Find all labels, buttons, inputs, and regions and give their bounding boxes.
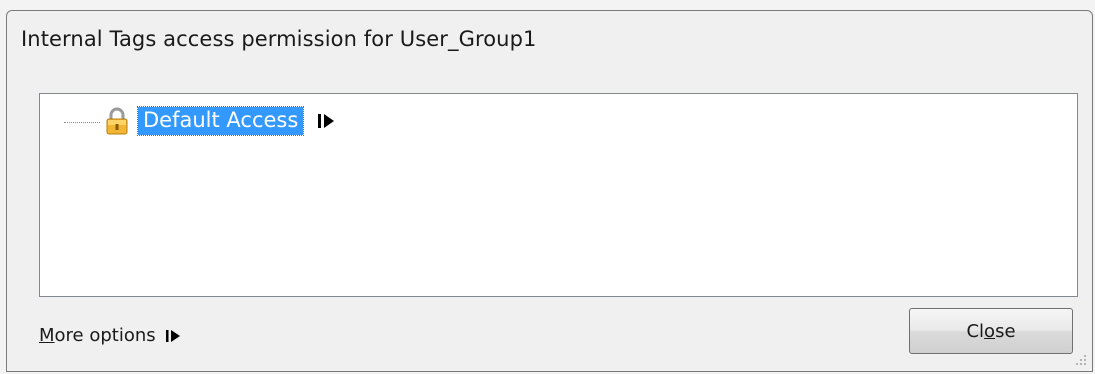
tree-node-default-access[interactable]: Default Access	[64, 104, 335, 138]
close-label-accel: o	[984, 320, 996, 342]
expand-icon	[165, 329, 180, 342]
lock-icon	[106, 107, 128, 135]
more-options-link[interactable]: More options	[39, 325, 180, 346]
permission-dialog: Internal Tags access permission for User…	[6, 10, 1093, 372]
close-button[interactable]: Cl o se	[909, 308, 1073, 354]
tree-node-label[interactable]: Default Access	[136, 106, 305, 136]
dialog-title: Internal Tags access permission for User…	[21, 27, 537, 51]
more-options-accel: M	[39, 325, 55, 346]
resize-grip-icon[interactable]	[1074, 353, 1088, 367]
tree-connector-line	[64, 121, 100, 123]
permission-tree[interactable]: Default Access	[39, 93, 1078, 297]
close-label-end: se	[995, 320, 1016, 342]
play-icon[interactable]	[317, 112, 335, 130]
more-options-label: ore options	[54, 325, 156, 346]
close-label-start: Cl	[966, 320, 985, 342]
